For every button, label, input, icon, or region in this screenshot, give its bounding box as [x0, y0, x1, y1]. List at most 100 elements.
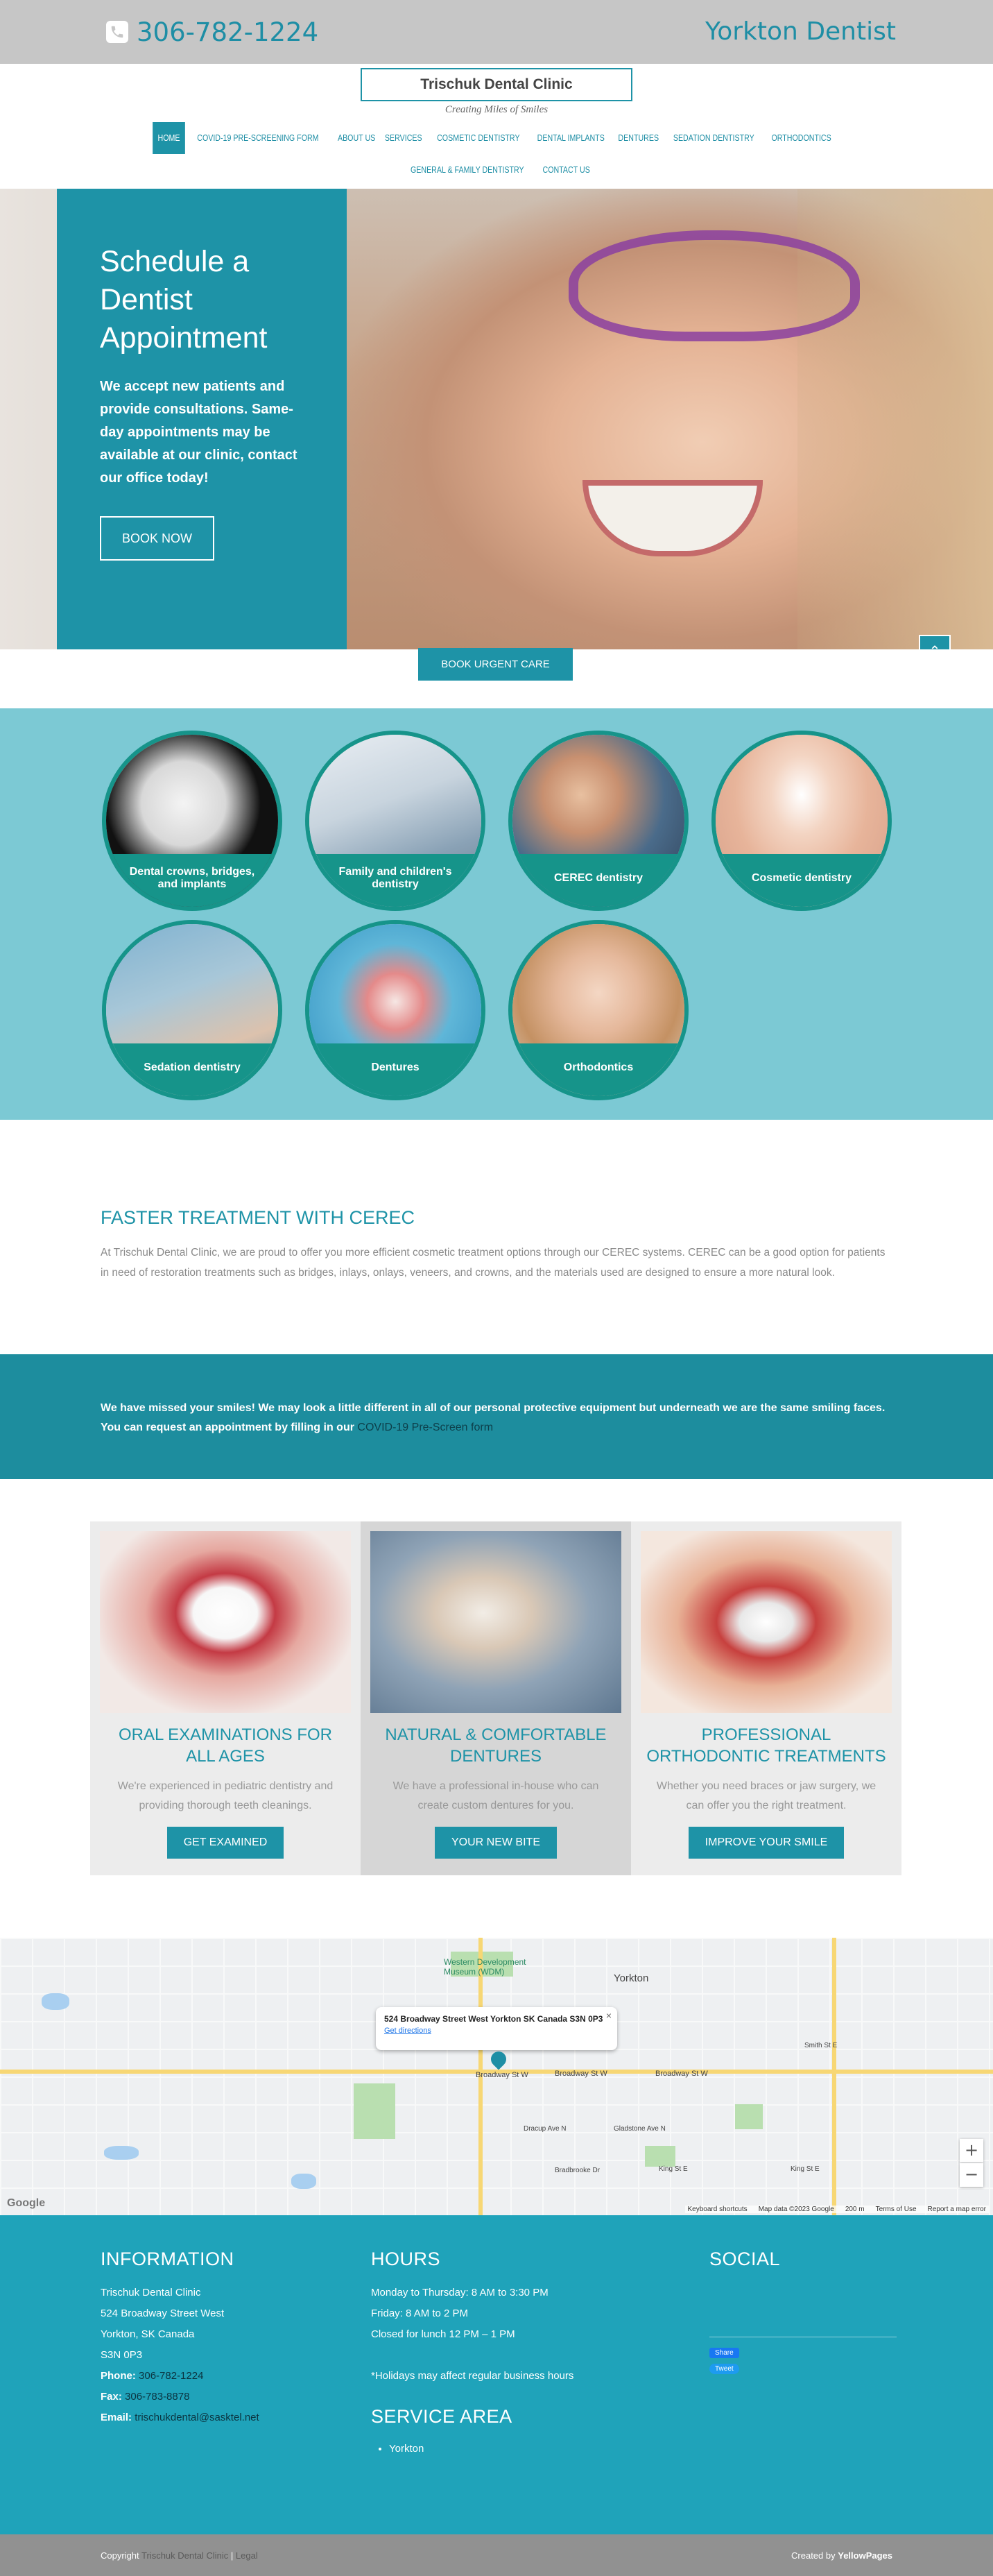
- facebook-share-button[interactable]: Share: [709, 2348, 739, 2358]
- covid-banner: We have missed your smiles! We may look …: [0, 1354, 993, 1479]
- clinic-logo[interactable]: Trischuk Dental Clinic: [361, 68, 632, 101]
- map-water: [291, 2174, 316, 2189]
- nav-implants[interactable]: DENTAL IMPLANTS: [533, 122, 610, 154]
- service-family[interactable]: Family and children's dentistry: [305, 731, 485, 911]
- get-directions-link[interactable]: Get directions: [384, 2027, 609, 2035]
- social-title: SOCIAL: [709, 2249, 781, 2269]
- feature-cards: ORAL EXAMINATIONS FOR ALL AGES We're exp…: [90, 1521, 902, 1875]
- covid-form-link[interactable]: COVID-19 Pre-Screen form: [357, 1422, 493, 1433]
- zoom-in-button[interactable]: +: [960, 2139, 983, 2163]
- city-title: Yorkton Dentist: [705, 17, 896, 46]
- nav-services[interactable]: SERVICES: [380, 122, 427, 154]
- service-label: Cosmetic dentistry: [716, 854, 888, 907]
- service-label: Family and children's dentistry: [309, 854, 481, 907]
- top-bar: 306-782-1224 Yorkton Dentist: [0, 0, 993, 64]
- nav-contact[interactable]: CONTACT US: [537, 154, 595, 186]
- legal-link[interactable]: Legal: [236, 2550, 258, 2561]
- cerec-section: FASTER TREATMENT WITH CEREC At Trischuk …: [101, 1207, 892, 1283]
- created-by: Created by YellowPages: [791, 2550, 892, 2561]
- yellowpages-link[interactable]: YellowPages: [838, 2550, 892, 2561]
- twitter-tweet-button[interactable]: Tweet: [709, 2364, 739, 2374]
- map-street-label: Broadway St W: [655, 2070, 708, 2078]
- copyright: Copyright Trischuk Dental Clinic | Legal: [101, 2550, 258, 2561]
- footer-information: INFORMATION Trischuk Dental Clinic 524 B…: [101, 2249, 259, 2428]
- bottom-bar: Copyright Trischuk Dental Clinic | Legal…: [0, 2534, 993, 2576]
- map-road: [832, 1938, 836, 2215]
- chevron-up-icon: ⌃: [929, 642, 941, 649]
- close-icon[interactable]: ×: [606, 2010, 612, 2021]
- footer: INFORMATION Trischuk Dental Clinic 524 B…: [0, 2215, 993, 2534]
- hours-title: HOURS: [371, 2249, 441, 2269]
- service-cosmetic[interactable]: Cosmetic dentistry: [711, 731, 892, 911]
- yellowpages-logo: YellowPages: [838, 2550, 892, 2561]
- map-park: [735, 2104, 763, 2129]
- service-label: Dental crowns, bridges, and implants: [106, 854, 278, 907]
- improve-smile-button[interactable]: IMPROVE YOUR SMILE: [688, 1827, 845, 1859]
- phone-icon: [106, 21, 128, 43]
- card-text: We have a professional in-house who can …: [392, 1780, 599, 1811]
- service-crowns[interactable]: Dental crowns, bridges, and implants: [102, 731, 282, 911]
- service-label: Orthodontics: [512, 1043, 684, 1096]
- location-map[interactable]: Western Development Museum (WDM) Yorkton…: [0, 1938, 993, 2215]
- email-label: Email:: [101, 2412, 132, 2423]
- footer-social: SOCIAL Share Tweet: [709, 2249, 897, 2374]
- map-park: [645, 2146, 675, 2167]
- nav-orthodontics[interactable]: ORTHODONTICS: [766, 122, 836, 154]
- nav-covid-form[interactable]: COVID-19 PRE-SCREENING FORM: [192, 122, 324, 154]
- owner-link[interactable]: Trischuk Dental Clinic: [141, 2550, 228, 2561]
- nav-cosmetic[interactable]: COSMETIC DENTISTRY: [431, 122, 524, 154]
- hero-photo-glasses: [569, 230, 860, 341]
- info-line: S3N 0P3: [101, 2349, 143, 2361]
- map-park: [354, 2083, 395, 2139]
- info-line: Yorkton, SK Canada: [101, 2328, 195, 2340]
- hours-line: Closed for lunch 12 PM – 1 PM: [371, 2328, 515, 2340]
- map-street-label: Gladstone Ave N: [614, 2125, 666, 2133]
- fax-label: Fax:: [101, 2391, 122, 2403]
- service-cerec[interactable]: CEREC dentistry: [508, 731, 689, 911]
- hours-line: Friday: 8 AM to 2 PM: [371, 2308, 469, 2319]
- hero-title: Schedule a Dentist Appointment: [100, 245, 268, 355]
- header-phone[interactable]: 306-782-1224: [106, 12, 318, 51]
- report-error-link[interactable]: Report a map error: [928, 2206, 986, 2213]
- nav-general-family[interactable]: GENERAL & FAMILY DENTISTRY: [405, 154, 528, 186]
- header-phone-number[interactable]: 306-782-1224: [137, 17, 318, 47]
- holiday-note: *Holidays may affect regular business ho…: [371, 2370, 574, 2382]
- terms-link[interactable]: Terms of Use: [876, 2206, 917, 2213]
- service-label: Sedation dentistry: [106, 1043, 278, 1096]
- zoom-out-button[interactable]: −: [960, 2163, 983, 2187]
- card-title: ORAL EXAMINATIONS FOR ALL AGES: [118, 1725, 333, 1766]
- phone-label: Phone:: [101, 2370, 136, 2382]
- map-street-label: King St E: [659, 2165, 688, 2173]
- service-sedation[interactable]: Sedation dentistry: [102, 920, 282, 1100]
- hero-text: We accept new patients and provide consu…: [100, 379, 297, 486]
- hours-line: Monday to Thursday: 8 AM to 3:30 PM: [371, 2287, 549, 2298]
- nav-home[interactable]: HOME: [153, 122, 185, 154]
- nav-sedation[interactable]: SEDATION DENTISTRY: [668, 122, 760, 154]
- footer-email-link[interactable]: trischukdental@sasktel.net: [135, 2412, 259, 2423]
- service-area-item: Yorkton: [389, 2439, 607, 2459]
- your-new-bite-button[interactable]: YOUR NEW BITE: [434, 1827, 557, 1859]
- keyboard-shortcuts-link[interactable]: Keyboard shortcuts: [688, 2206, 748, 2213]
- card-title: NATURAL & COMFORTABLE DENTURES: [385, 1725, 607, 1766]
- nav-about[interactable]: ABOUT US: [332, 122, 380, 154]
- separator: |: [230, 2550, 234, 2561]
- book-now-button[interactable]: BOOK NOW: [100, 516, 215, 561]
- get-examined-button[interactable]: GET EXAMINED: [166, 1827, 284, 1859]
- book-urgent-care-button[interactable]: BOOK URGENT CARE: [418, 648, 573, 681]
- map-attribution: Keyboard shortcuts Map data ©2023 Google…: [684, 2206, 989, 2213]
- scroll-top-button[interactable]: ⌃: [919, 635, 951, 649]
- info-title: INFORMATION: [101, 2249, 234, 2269]
- service-dentures[interactable]: Dentures: [305, 920, 485, 1100]
- card-dentures: NATURAL & COMFORTABLE DENTURES We have a…: [361, 1521, 631, 1875]
- service-label: Dentures: [309, 1043, 481, 1096]
- map-street-label: King St E: [791, 2165, 820, 2173]
- service-orthodontics[interactable]: Orthodontics: [508, 920, 689, 1100]
- card-oral-exams: ORAL EXAMINATIONS FOR ALL AGES We're exp…: [90, 1521, 361, 1875]
- footer-phone-link[interactable]: 306-782-1224: [139, 2370, 203, 2382]
- card-oral-exams-image: [100, 1531, 351, 1713]
- map-info-window: 524 Broadway Street West Yorkton SK Cana…: [376, 2007, 617, 2050]
- card-text: We're experienced in pediatric dentistry…: [117, 1780, 334, 1811]
- nav-dentures[interactable]: DENTURES: [613, 122, 664, 154]
- info-line: Trischuk Dental Clinic: [101, 2287, 201, 2298]
- card-title: PROFESSIONAL ORTHODONTIC TREATMENTS: [646, 1725, 886, 1766]
